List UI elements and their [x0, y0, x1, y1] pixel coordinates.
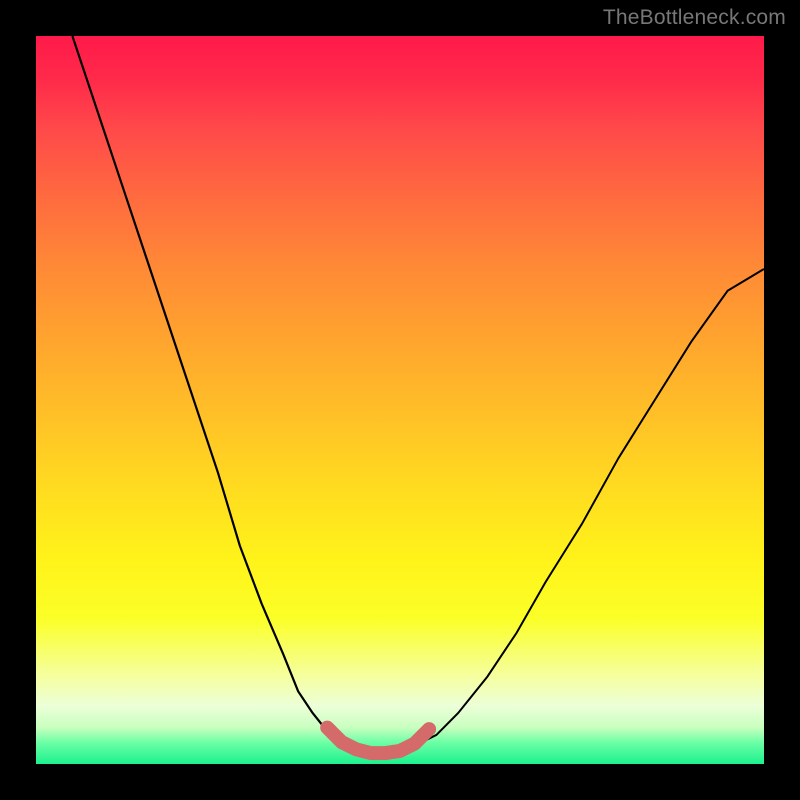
chart-svg: [36, 36, 764, 764]
right-curve: [400, 269, 764, 753]
watermark-text: TheBottleneck.com: [603, 6, 786, 30]
valley-marker: [321, 722, 333, 734]
valley-marker: [336, 736, 348, 748]
plot-area: [36, 36, 764, 764]
chart-frame: TheBottleneck.com: [0, 0, 800, 800]
valley-marker: [423, 723, 435, 735]
valley-marker: [409, 738, 421, 750]
valley-marker: [394, 745, 406, 757]
left-curve: [72, 36, 371, 753]
